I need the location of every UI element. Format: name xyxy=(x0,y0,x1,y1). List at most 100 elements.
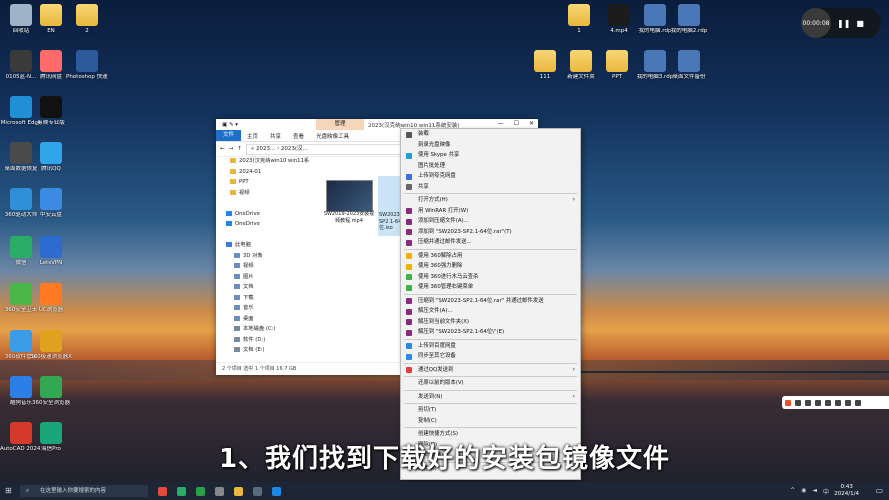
nav-item[interactable]: 此电脑 xyxy=(216,240,312,251)
punct-icon[interactable] xyxy=(805,399,811,406)
nav-item[interactable]: 视频 xyxy=(216,261,312,272)
system-tray[interactable]: ^ ◉ ◄ 中 xyxy=(790,487,829,496)
context-menu-item[interactable]: 解压文件(A)... xyxy=(401,306,580,317)
context-menu-item[interactable]: 压缩并通过邮件发送... xyxy=(401,237,580,248)
keyboard-icon[interactable] xyxy=(835,399,841,406)
left-desktop-icon[interactable]: 360安全浏览器 xyxy=(30,376,72,407)
right-desktop-icon[interactable]: 我的电脑2.rdp xyxy=(668,4,710,35)
nav-item[interactable]: 2023(汉克纳win10 win11系 xyxy=(216,156,312,167)
nav-item[interactable]: 下载 xyxy=(216,293,312,304)
right-desktop-icon[interactable]: PPT xyxy=(596,50,638,81)
nav-item[interactable]: OneDrive xyxy=(216,219,312,230)
nav-item[interactable]: 本地磁盘 (C:) xyxy=(216,324,312,335)
context-menu-item[interactable]: 同步至其它设备 xyxy=(401,351,580,362)
network-icon[interactable]: ◉ xyxy=(801,487,806,496)
nav-item[interactable]: 桌面 xyxy=(216,314,312,325)
nav-item[interactable]: 音乐 xyxy=(216,303,312,314)
up-arrow-icon[interactable]: ↑ xyxy=(237,146,242,152)
left-desktop-icon[interactable]: 360极速浏览器X xyxy=(30,330,72,361)
back-arrow-icon[interactable]: ← xyxy=(220,146,225,152)
address-overflow[interactable]: « xyxy=(251,146,254,152)
context-menu-item[interactable]: 使用 360进行木马云查杀 xyxy=(401,272,580,283)
left-desktop-icon[interactable]: 剪映专业版 xyxy=(30,96,72,127)
tray-up-icon[interactable]: ^ xyxy=(790,487,795,496)
context-menu-item[interactable]: 共享 xyxy=(401,182,580,193)
context-menu-item[interactable]: 上传到百度网盘 xyxy=(401,341,580,352)
tab-home[interactable]: 主页 xyxy=(241,132,264,140)
notification-icon[interactable]: ▭ xyxy=(875,486,883,495)
left-desktop-icon[interactable]: 中安云盘 xyxy=(30,188,72,219)
context-menu-item[interactable]: 添加到压缩文件(A)... xyxy=(401,216,580,227)
context-menu-item[interactable]: 通过QQ发送到 › xyxy=(401,365,580,376)
grid-icon[interactable] xyxy=(855,399,861,406)
context-menu-item[interactable]: 刻录光盘映像 xyxy=(401,140,580,151)
skin-icon[interactable] xyxy=(845,399,851,406)
emoji-icon[interactable] xyxy=(825,399,831,406)
right-desktop-icon[interactable]: 1 xyxy=(558,4,600,35)
nav-item[interactable]: 文档 xyxy=(216,282,312,293)
context-menu-item[interactable]: 发送到(N) › xyxy=(401,392,580,403)
minimize-button[interactable]: — xyxy=(498,120,504,127)
nav-item[interactable]: PPT xyxy=(216,177,312,188)
context-menu-item[interactable]: 还原以前的版本(V) xyxy=(401,378,580,389)
chrome-icon[interactable] xyxy=(158,486,167,496)
left-desktop-icon[interactable]: UC浏览器 xyxy=(30,283,72,314)
forward-arrow-icon[interactable]: → xyxy=(229,146,234,152)
explorer-taskbar-icon[interactable] xyxy=(234,486,243,496)
pause-icon[interactable]: ❚❚ xyxy=(837,19,850,28)
taskbar-clock[interactable]: 0:43 2024/1/4 xyxy=(834,484,859,498)
lang-icon[interactable] xyxy=(795,399,801,406)
context-menu-item[interactable]: 添加到 "SW2023-SP2.1-64位.rar"(T) xyxy=(401,227,580,238)
close-button[interactable]: ✕ xyxy=(529,120,534,127)
context-menu-item[interactable]: 解压到 "SW2023-SP2.1-64位\"(E) xyxy=(401,327,580,338)
nav-item[interactable]: 2024-01 xyxy=(216,167,312,178)
nav-item[interactable]: 软件 (D:) xyxy=(216,335,312,346)
context-menu-item[interactable]: 用 WinRAR 打开(W) xyxy=(401,206,580,217)
context-menu-item[interactable]: 解压到当前文件夹(X) xyxy=(401,317,580,328)
wechat-icon[interactable] xyxy=(196,486,205,496)
ime-indicator-icon[interactable]: 中 xyxy=(823,487,829,496)
360-browser-icon[interactable] xyxy=(177,486,186,496)
maximize-button[interactable]: ☐ xyxy=(514,120,519,127)
right-desktop-icon[interactable]: 桌面文件备份 xyxy=(668,50,710,81)
tab-disc-image-tools[interactable]: 光盘映像工具 xyxy=(310,132,355,140)
nav-item[interactable]: 文档 (E:) xyxy=(216,345,312,356)
stop-icon[interactable]: ■ xyxy=(856,19,864,28)
left-desktop-icon[interactable]: LetsVPN xyxy=(30,236,72,267)
left-desktop-icon[interactable]: 腾讯QQ xyxy=(30,142,72,173)
taskbar-search[interactable]: ⌕ 在这里输入你要搜索的内容 xyxy=(20,485,148,497)
context-menu-item[interactable]: 使用 360管理右键菜单 xyxy=(401,282,580,293)
nav-item[interactable]: OneDrive xyxy=(216,209,312,220)
context-menu-item[interactable]: 图片批处理 xyxy=(401,161,580,172)
quick-access-icons[interactable]: ▣ ✎ ▾ xyxy=(222,122,238,128)
recording-timer[interactable]: 00:00:08 ❚❚ ■ xyxy=(801,8,881,38)
context-menu-item[interactable]: 复制(C) xyxy=(401,416,580,427)
left-desktop-icon[interactable]: Photoshop 快速方式 xyxy=(66,50,108,81)
context-menu-item[interactable]: 使用 Skype 共享 xyxy=(401,150,580,161)
nav-item[interactable]: 图片 xyxy=(216,272,312,283)
left-desktop-icon[interactable]: 2 xyxy=(66,4,108,35)
app-icon[interactable] xyxy=(253,486,262,496)
address-crumb-1[interactable]: 2023... xyxy=(256,146,275,152)
terminal-icon[interactable] xyxy=(215,486,224,496)
context-menu-item[interactable]: 装载 xyxy=(401,129,580,140)
context-menu-item[interactable]: 剪切(T) xyxy=(401,405,580,416)
context-menu-item[interactable]: 打开方式(H) › xyxy=(401,195,580,206)
context-menu-item[interactable]: 压缩到 "SW2023-SP2.1-64位.rar" 并通过邮件发送 xyxy=(401,296,580,307)
context-menu-item[interactable]: 使用 360解除占用 xyxy=(401,251,580,262)
ime-toolbar[interactable] xyxy=(782,396,889,409)
file-name-video[interactable]: SW2019-2023安装视频教程.mp4 xyxy=(322,211,376,224)
tab-share[interactable]: 共享 xyxy=(264,132,287,140)
context-menu-item[interactable]: 使用 360强力删除 xyxy=(401,261,580,272)
tab-view[interactable]: 查看 xyxy=(287,132,310,140)
tab-manage[interactable]: 管理 xyxy=(316,119,364,130)
recorder-icon[interactable] xyxy=(272,486,281,496)
context-menu-item[interactable]: 上传到夸克网盘 xyxy=(401,171,580,182)
nav-item[interactable]: 视频 xyxy=(216,188,312,199)
address-crumb-2[interactable]: 2023(汉... xyxy=(281,146,308,152)
nav-item[interactable]: 3D 对象 xyxy=(216,251,312,262)
start-icon[interactable]: ⊞ xyxy=(5,486,12,495)
tab-file[interactable]: 文件 xyxy=(216,130,242,141)
video-thumbnail[interactable] xyxy=(326,180,373,212)
volume-icon[interactable]: ◄ xyxy=(812,487,817,496)
